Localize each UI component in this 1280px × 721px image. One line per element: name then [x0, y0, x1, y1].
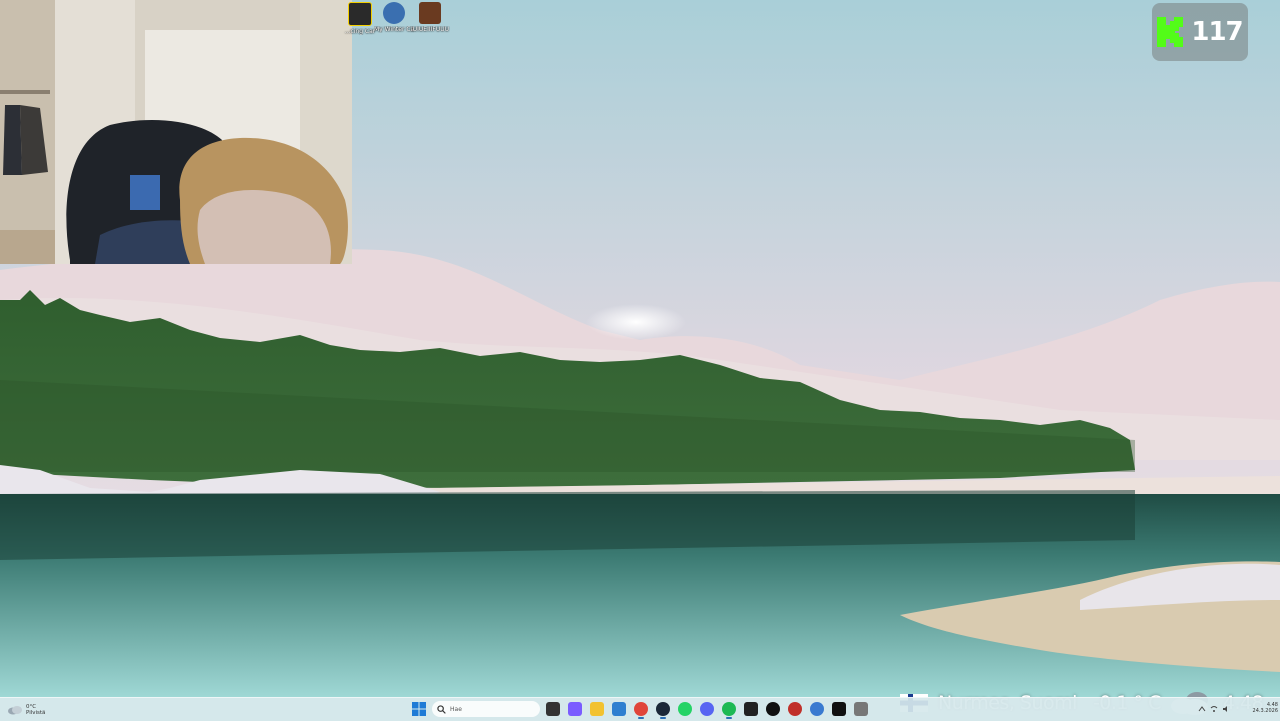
taskbar-search[interactable]: Hae: [432, 701, 540, 717]
wifi-icon[interactable]: [1210, 705, 1218, 713]
taskbar-app-spotify-icon[interactable]: [722, 702, 736, 719]
taskbar: 0°C Pilvistä Hae 4.48 24.3.2026: [0, 697, 1280, 721]
game-icon: [348, 2, 372, 26]
webcam-overlay: [0, 0, 352, 264]
kick-viewer-badge: 117: [1152, 3, 1248, 61]
taskbar-app-app-misc-icon[interactable]: [854, 702, 868, 716]
taskbar-app-recorder-icon[interactable]: [788, 702, 802, 716]
volume-icon[interactable]: [1222, 705, 1230, 713]
weather-widget[interactable]: 0°C Pilvistä: [8, 700, 45, 720]
chevron-up-icon[interactable]: [1198, 705, 1206, 713]
taskbar-app-obs-icon[interactable]: [744, 702, 758, 716]
cloudy-icon: [8, 706, 22, 715]
taskbar-app-app-k-icon[interactable]: [766, 702, 780, 716]
taskbar-clock[interactable]: 4.48 24.3.2026: [1242, 702, 1278, 714]
desktop-icon-my-winter-car[interactable]: My Winter Car: [374, 2, 414, 48]
search-placeholder: Hae: [450, 705, 462, 713]
search-icon: [437, 704, 446, 714]
weather-condition: Pilvistä: [26, 710, 46, 716]
taskbar-app-task-view-icon[interactable]: [546, 702, 560, 716]
taskbar-app-whatsapp-icon[interactable]: [678, 702, 692, 716]
taskbar-app-app-blue-icon[interactable]: [810, 702, 824, 716]
taskbar-app-discord-icon[interactable]: [700, 702, 714, 716]
viewer-count: 117: [1191, 17, 1243, 47]
desktop-icon-game-3[interactable]: IUIUEIIIFUUU: [410, 2, 450, 48]
taskbar-app-copilot-icon[interactable]: [568, 702, 582, 716]
start-button[interactable]: [412, 702, 426, 716]
taskbar-app-file-explorer-icon[interactable]: [590, 702, 604, 716]
taskbar-app-chrome-icon[interactable]: [634, 702, 648, 719]
taskbar-app-capcut-icon[interactable]: [832, 702, 846, 716]
kick-logo-icon: [1157, 17, 1184, 47]
system-tray: 4.48 24.3.2026: [1196, 700, 1280, 720]
game-icon: [383, 2, 405, 24]
taskbar-app-microsoft-store-icon[interactable]: [612, 702, 626, 716]
taskbar-app-steam-icon[interactable]: [656, 702, 670, 719]
game-icon: [419, 2, 441, 24]
